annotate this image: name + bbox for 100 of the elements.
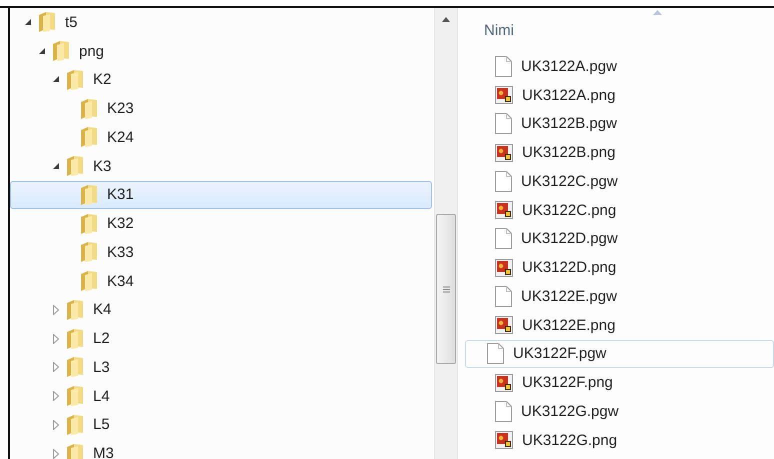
- folder-label: K24: [107, 128, 134, 146]
- folder-label: K23: [107, 100, 134, 118]
- file-row[interactable]: UK3122F.png: [466, 368, 774, 397]
- file-row[interactable]: UK3122B.png: [466, 138, 774, 167]
- file-name: UK3122E.pgw: [521, 288, 617, 305]
- tree-row[interactable]: K24: [10, 123, 432, 152]
- tree-row[interactable]: t5: [10, 8, 432, 37]
- file-row[interactable]: UK3122A.png: [466, 80, 774, 110]
- collapsed-arrow-icon[interactable]: [53, 420, 59, 430]
- image-file-icon: [495, 258, 513, 277]
- image-file-icon: [495, 316, 513, 334]
- tree-row[interactable]: K2: [10, 66, 432, 94]
- folder-icon: [66, 328, 84, 350]
- tree-row[interactable]: K32: [10, 209, 432, 238]
- document-icon: [495, 228, 512, 250]
- folder-icon: [66, 298, 84, 321]
- file-row[interactable]: UK3122G.pgw: [466, 397, 774, 426]
- folder-label: K34: [107, 272, 134, 290]
- expanded-arrow-icon[interactable]: [53, 76, 60, 84]
- folder-label: K2: [93, 71, 112, 88]
- image-file-icon: [495, 144, 513, 162]
- folder-icon: [80, 212, 98, 235]
- file-name: UK3122D.pgw: [521, 230, 618, 248]
- document-icon: [495, 170, 512, 192]
- scroll-up-arrow-icon[interactable]: [442, 17, 450, 22]
- image-file-icon: [495, 431, 513, 450]
- file-row[interactable]: UK3122D.png: [466, 253, 774, 282]
- folder-label: L3: [93, 358, 110, 376]
- folder-icon: [66, 155, 84, 178]
- folder-label: K33: [107, 244, 134, 261]
- folder-label: t5: [65, 14, 78, 31]
- tree-row[interactable]: L2: [10, 324, 432, 353]
- folder-label: K3: [93, 158, 112, 175]
- file-row[interactable]: UK3122B.pgw: [466, 110, 774, 138]
- column-header[interactable]: Nimi: [484, 22, 514, 38]
- folder-label: L4: [93, 388, 110, 405]
- file-row[interactable]: UK3122C.pgw: [466, 167, 774, 196]
- sort-arrow-icon: [653, 10, 662, 15]
- folder-icon: [66, 442, 84, 459]
- folder-label: K4: [93, 301, 112, 318]
- file-name: UK3122F.png: [522, 374, 613, 392]
- selected-tree-row[interactable]: K31: [10, 180, 432, 210]
- expanded-arrow-icon[interactable]: [39, 48, 46, 55]
- tree-row[interactable]: K34: [10, 266, 432, 296]
- document-icon: [495, 113, 512, 134]
- file-name: UK3122C.pgw: [521, 172, 618, 190]
- tree-row[interactable]: L5: [10, 410, 432, 440]
- file-name: UK3122A.png: [522, 86, 616, 104]
- file-row[interactable]: UK3122E.pgw: [466, 282, 774, 311]
- expanded-arrow-icon[interactable]: [53, 162, 60, 170]
- image-file-icon: [495, 374, 513, 392]
- collapsed-arrow-icon[interactable]: [53, 391, 59, 402]
- tree-row[interactable]: K23: [10, 94, 432, 123]
- expanded-arrow-icon[interactable]: [25, 18, 32, 26]
- folder-icon: [52, 40, 70, 62]
- folder-icon: [66, 68, 84, 91]
- file-name: UK3122F.pgw: [513, 345, 606, 362]
- file-name: UK3122B.png: [522, 144, 616, 162]
- tree-row[interactable]: K33: [10, 238, 432, 267]
- file-row[interactable]: UK3122C.png: [466, 196, 774, 224]
- collapsed-arrow-icon[interactable]: [53, 448, 59, 459]
- folder-icon: [80, 241, 98, 264]
- file-row[interactable]: UK3122D.pgw: [466, 224, 774, 254]
- tree-row[interactable]: L3: [10, 353, 432, 382]
- document-icon: [487, 343, 504, 364]
- folder-icon: [80, 270, 98, 292]
- file-name: UK3122B.pgw: [521, 115, 617, 132]
- folder-icon: [80, 126, 98, 148]
- document-icon: [495, 400, 512, 422]
- folder-icon: [66, 385, 84, 408]
- image-file-icon: [495, 201, 513, 220]
- file-name: UK3122D.png: [522, 259, 616, 276]
- image-file-icon: [495, 86, 513, 104]
- folder-label: L2: [93, 330, 110, 348]
- file-row[interactable]: UK3122A.pgw: [466, 52, 774, 81]
- tree-row[interactable]: L4: [10, 382, 432, 410]
- scrollbar-thumb[interactable]: [436, 214, 456, 364]
- file-row[interactable]: UK3122G.png: [466, 426, 774, 454]
- folder-label: L5: [93, 416, 110, 434]
- file-row[interactable]: UK3122E.png: [466, 310, 774, 340]
- collapsed-arrow-icon[interactable]: [53, 304, 59, 315]
- tree-row[interactable]: K3: [10, 152, 432, 180]
- folder-icon: [66, 414, 84, 436]
- folder-icon: [80, 98, 98, 120]
- file-name: UK3122G.png: [522, 432, 618, 449]
- tree-row[interactable]: K4: [10, 296, 432, 324]
- document-icon: [495, 286, 512, 307]
- file-name: UK3122E.png: [522, 316, 616, 334]
- hovered-file-row[interactable]: UK3122F.pgw: [465, 340, 774, 368]
- tree-row[interactable]: M3: [10, 439, 432, 459]
- file-name: UK3122C.png: [522, 202, 616, 219]
- collapsed-arrow-icon[interactable]: [53, 362, 59, 372]
- document-icon: [495, 56, 512, 77]
- folder-icon: [80, 184, 98, 206]
- file-name: UK3122G.pgw: [521, 402, 619, 420]
- grip-icon: [442, 286, 450, 292]
- collapsed-arrow-icon[interactable]: [53, 334, 59, 344]
- folder-icon: [66, 356, 84, 378]
- tree-row[interactable]: png: [10, 36, 432, 66]
- folder-label: png: [79, 42, 104, 60]
